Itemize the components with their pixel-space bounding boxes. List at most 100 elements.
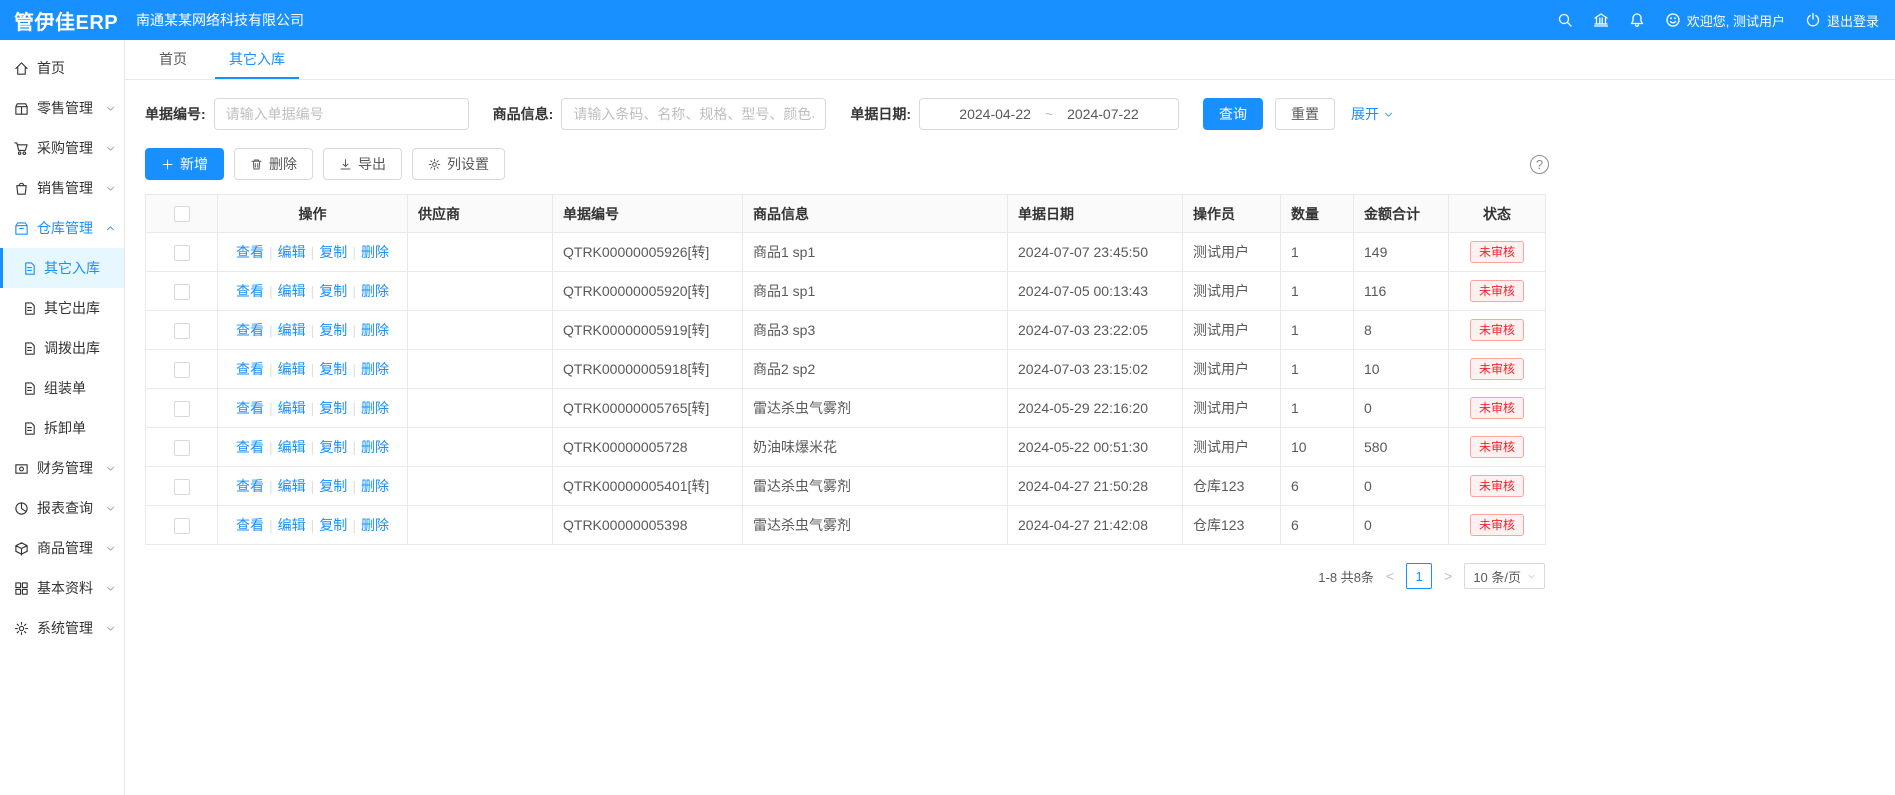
logout-button[interactable]: 退出登录 — [1805, 11, 1879, 30]
row-checkbox[interactable] — [174, 245, 190, 261]
search-icon[interactable] — [1557, 12, 1573, 28]
row-action-copy[interactable]: 复制 — [319, 361, 347, 377]
cell-qty: 1 — [1281, 389, 1354, 428]
cell-bill-no: QTRK00000005920[转] — [553, 272, 743, 311]
row-checkbox[interactable] — [174, 362, 190, 378]
sidebar-item-label: 报表查询 — [37, 498, 93, 518]
cell-date: 2024-07-05 00:13:43 — [1008, 272, 1183, 311]
date-range-picker[interactable]: 2024-04-22 ~ 2024-07-22 — [919, 98, 1179, 130]
topbar-actions: 欢迎您, 测试用户 退出登录 — [1557, 11, 1879, 30]
row-action-delete[interactable]: 删除 — [361, 439, 389, 455]
welcome-user[interactable]: 欢迎您, 测试用户 — [1665, 11, 1785, 30]
row-action-view[interactable]: 查看 — [236, 283, 264, 299]
column-header: 单据编号 — [553, 195, 743, 233]
sales-icon — [14, 181, 29, 196]
sidebar-subitem-other-inbound[interactable]: 其它入库 — [0, 248, 124, 288]
document-icon — [22, 381, 37, 396]
column-header: 商品信息 — [743, 195, 1008, 233]
row-action-delete[interactable]: 删除 — [361, 361, 389, 377]
sidebar-subitem-transfer-outbound[interactable]: 调拨出库 — [0, 328, 124, 368]
add-button[interactable]: 新增 — [145, 148, 224, 180]
sidebar-item-sales[interactable]: 销售管理 — [0, 168, 124, 208]
delete-button[interactable]: 删除 — [234, 148, 313, 180]
row-action-delete[interactable]: 删除 — [361, 517, 389, 533]
tab-other-inbound[interactable]: 其它入库 — [215, 40, 299, 79]
row-action-edit[interactable]: 编辑 — [278, 283, 306, 299]
cell-amount: 0 — [1354, 467, 1449, 506]
main-area: 首页 其它入库 单据编号: 商品信息: 单据日期: 2024-04-22 — [125, 40, 1895, 795]
action-separator: | — [352, 322, 356, 338]
report-icon — [14, 501, 29, 516]
row-action-view[interactable]: 查看 — [236, 517, 264, 533]
row-action-view[interactable]: 查看 — [236, 439, 264, 455]
row-action-delete[interactable]: 删除 — [361, 244, 389, 260]
action-separator: | — [352, 283, 356, 299]
row-checkbox[interactable] — [174, 284, 190, 300]
help-icon[interactable]: ? — [1530, 155, 1549, 174]
row-action-edit[interactable]: 编辑 — [278, 400, 306, 416]
row-action-copy[interactable]: 复制 — [319, 517, 347, 533]
cell-operator: 测试用户 — [1183, 272, 1281, 311]
page-size-select[interactable]: 10 条/页 — [1464, 563, 1545, 589]
sidebar-item-warehouse[interactable]: 仓库管理 — [0, 208, 124, 248]
row-action-edit[interactable]: 编辑 — [278, 517, 306, 533]
sidebar-subitem-disassembly[interactable]: 拆卸单 — [0, 408, 124, 448]
action-separator: | — [352, 400, 356, 416]
row-action-view[interactable]: 查看 — [236, 244, 264, 260]
row-action-copy[interactable]: 复制 — [319, 322, 347, 338]
reset-button[interactable]: 重置 — [1275, 98, 1335, 130]
date-start[interactable]: 2024-04-22 — [959, 106, 1031, 122]
sidebar-item-finance[interactable]: 财务管理 — [0, 448, 124, 488]
next-page-button[interactable]: > — [1442, 568, 1454, 584]
sidebar-subitem-assembly[interactable]: 组装单 — [0, 368, 124, 408]
row-checkbox[interactable] — [174, 440, 190, 456]
date-end[interactable]: 2024-07-22 — [1067, 106, 1139, 122]
select-all-checkbox[interactable] — [174, 206, 190, 222]
row-action-copy[interactable]: 复制 — [319, 478, 347, 494]
row-action-view[interactable]: 查看 — [236, 478, 264, 494]
row-action-edit[interactable]: 编辑 — [278, 478, 306, 494]
row-action-copy[interactable]: 复制 — [319, 400, 347, 416]
row-checkbox[interactable] — [174, 518, 190, 534]
row-action-edit[interactable]: 编辑 — [278, 244, 306, 260]
bell-icon[interactable] — [1629, 12, 1645, 28]
product-info-input[interactable] — [561, 98, 826, 130]
row-checkbox[interactable] — [174, 401, 190, 417]
sidebar-subitem-other-outbound[interactable]: 其它出库 — [0, 288, 124, 328]
cell-date: 2024-04-27 21:50:28 — [1008, 467, 1183, 506]
row-action-copy[interactable]: 复制 — [319, 439, 347, 455]
sidebar-item-report[interactable]: 报表查询 — [0, 488, 124, 528]
row-checkbox[interactable] — [174, 323, 190, 339]
row-action-delete[interactable]: 删除 — [361, 283, 389, 299]
row-checkbox[interactable] — [174, 479, 190, 495]
sidebar-item-retail[interactable]: 零售管理 — [0, 88, 124, 128]
bank-icon[interactable] — [1593, 12, 1609, 28]
sidebar-item-goods[interactable]: 商品管理 — [0, 528, 124, 568]
bill-no-input[interactable] — [214, 98, 469, 130]
sidebar-item-label: 采购管理 — [37, 138, 93, 158]
row-action-copy[interactable]: 复制 — [319, 244, 347, 260]
row-action-edit[interactable]: 编辑 — [278, 439, 306, 455]
current-page-button[interactable]: 1 — [1406, 563, 1432, 589]
sidebar-item-home[interactable]: 首页 — [0, 48, 124, 88]
row-action-edit[interactable]: 编辑 — [278, 361, 306, 377]
row-action-view[interactable]: 查看 — [236, 400, 264, 416]
row-action-copy[interactable]: 复制 — [319, 283, 347, 299]
expand-link[interactable]: 展开 — [1351, 104, 1394, 124]
sidebar-item-basic[interactable]: 基本资料 — [0, 568, 124, 608]
query-button[interactable]: 查询 — [1203, 98, 1263, 130]
row-action-view[interactable]: 查看 — [236, 322, 264, 338]
cell-operator: 仓库123 — [1183, 467, 1281, 506]
export-button[interactable]: 导出 — [323, 148, 402, 180]
sidebar-item-system[interactable]: 系统管理 — [0, 608, 124, 648]
column-settings-button[interactable]: 列设置 — [412, 148, 505, 180]
sidebar-item-purchase[interactable]: 采购管理 — [0, 128, 124, 168]
row-action-delete[interactable]: 删除 — [361, 478, 389, 494]
row-action-edit[interactable]: 编辑 — [278, 322, 306, 338]
cell-qty: 6 — [1281, 506, 1354, 545]
row-action-delete[interactable]: 删除 — [361, 322, 389, 338]
prev-page-button[interactable]: < — [1384, 568, 1396, 584]
row-action-view[interactable]: 查看 — [236, 361, 264, 377]
tab-home[interactable]: 首页 — [145, 40, 201, 79]
row-action-delete[interactable]: 删除 — [361, 400, 389, 416]
